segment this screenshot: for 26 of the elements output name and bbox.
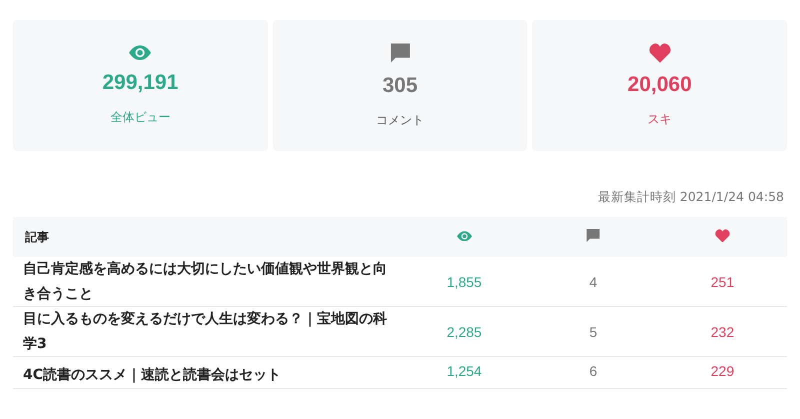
updated-time: 最新集計時刻 2021/1/24 04:58 xyxy=(598,189,784,204)
likes-count: 251 xyxy=(710,274,734,290)
speech-bubble-icon xyxy=(390,42,410,64)
comments-count: 5 xyxy=(589,324,598,340)
views-count: 1,855 xyxy=(446,274,482,290)
comments-count: 4 xyxy=(589,274,598,290)
article-title[interactable]: 目に入るものを変えるだけで人生は変わる？｜宝地図の科学3 xyxy=(23,307,390,356)
speech-bubble-icon xyxy=(586,228,600,243)
stat-value: 20,060 xyxy=(628,72,692,97)
heart-icon xyxy=(648,43,671,63)
heart-icon xyxy=(714,228,730,242)
comments-count: 6 xyxy=(589,363,598,380)
views-count: 2,285 xyxy=(446,324,482,340)
stat-label: 全体ビュー xyxy=(110,108,170,126)
article-title[interactable]: 自己肯定感を高めるには大切にしたい価値観や世界観と向き合うこと xyxy=(23,257,390,306)
stat-value: 305 xyxy=(382,74,418,98)
stat-label: スキ xyxy=(648,110,672,128)
likes-count: 232 xyxy=(710,324,734,340)
likes-count: 229 xyxy=(710,363,734,380)
stat-value: 299,191 xyxy=(102,70,178,95)
stat-label: コメント xyxy=(376,112,424,129)
eye-icon xyxy=(129,45,152,61)
views-count: 1,254 xyxy=(446,363,482,380)
article-title[interactable]: 4C読書のススメ｜速読と読書会はセット xyxy=(23,363,390,388)
eye-icon xyxy=(456,230,472,241)
column-header: 記事 xyxy=(25,230,49,244)
